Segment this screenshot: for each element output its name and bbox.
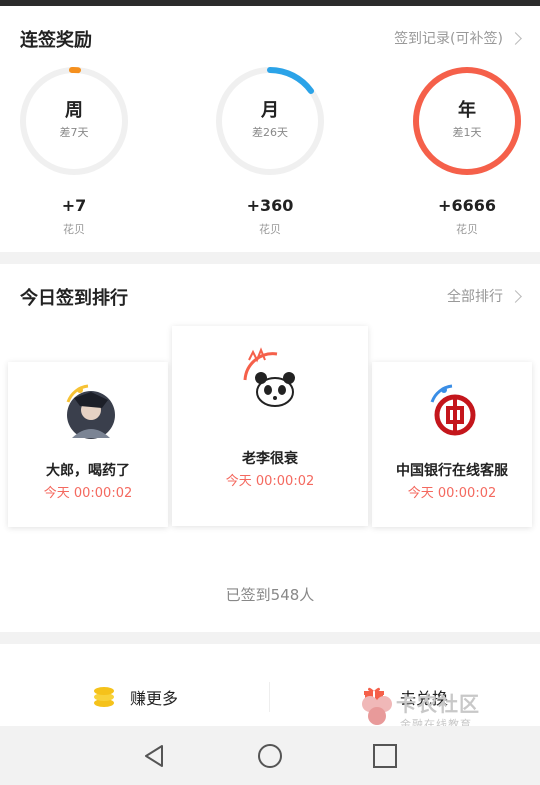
signed-in-count: 已签到548人 bbox=[225, 586, 315, 604]
second-place-name: 大郎，喝药了 bbox=[46, 463, 130, 479]
chevron-right-icon bbox=[509, 31, 522, 45]
home-icon[interactable] bbox=[256, 742, 284, 770]
ranking-card-third[interactable]: 中国银行在线客服 今天 00:00:02 bbox=[372, 362, 532, 527]
first-place-time: 今天 00:00:02 bbox=[225, 474, 315, 489]
month-ring-remaining: 差26天 bbox=[252, 126, 288, 139]
month-progress-arc bbox=[267, 67, 314, 94]
system-nav-bar bbox=[0, 726, 540, 785]
first-place-name: 老李很衰 bbox=[242, 451, 298, 467]
year-reward-value: +6666 bbox=[438, 196, 496, 215]
week-ring-label: 周 bbox=[65, 100, 83, 121]
coin-stack-icon bbox=[93, 687, 114, 707]
year-ring-remaining: 差1天 bbox=[452, 126, 482, 139]
earn-more-button[interactable]: 赚更多 bbox=[0, 668, 270, 726]
chevron-right-icon bbox=[509, 289, 522, 303]
earn-more-label: 赚更多 bbox=[129, 689, 178, 708]
second-place-avatar bbox=[66, 384, 115, 439]
week-reward-unit: 花贝 bbox=[63, 223, 85, 236]
first-place-avatar bbox=[243, 347, 299, 412]
sign-record-label: 签到记录(可补签) bbox=[394, 31, 503, 47]
year-ring-label: 年 bbox=[458, 100, 476, 121]
month-reward: +360 花贝 bbox=[215, 196, 325, 237]
ranking-section-title: 今日签到排行 bbox=[20, 288, 128, 309]
ranking-card-second[interactable]: 大郎，喝药了 今天 00:00:02 bbox=[8, 362, 168, 527]
month-ring: 月 差26天 bbox=[215, 66, 325, 176]
watermark-title: 卡农社区 bbox=[396, 692, 480, 716]
year-ring: 年 差1天 bbox=[412, 66, 522, 176]
third-place-name: 中国银行在线客服 bbox=[396, 463, 508, 479]
watermark-logo-icon bbox=[362, 696, 392, 725]
week-ring-remaining: 差7天 bbox=[59, 126, 89, 139]
recent-apps-icon[interactable] bbox=[371, 742, 399, 770]
back-icon[interactable] bbox=[140, 742, 168, 770]
second-place-time: 今天 00:00:02 bbox=[43, 486, 133, 501]
streak-reward-card: 连签奖励 签到记录(可补签) 周 差7天 +7 花贝 月 差26天 +360 花… bbox=[0, 6, 540, 252]
year-reward-unit: 花贝 bbox=[456, 223, 478, 236]
week-ring: 周 差7天 bbox=[19, 66, 129, 176]
month-reward-unit: 花贝 bbox=[259, 223, 281, 236]
month-ring-label: 月 bbox=[261, 100, 279, 121]
month-reward-value: +360 bbox=[246, 196, 294, 215]
ranking-card: 今日签到排行 全部排行 大郎，喝药了 今天 00:00:02 中国银行在线客服 … bbox=[0, 264, 540, 632]
sign-record-link[interactable]: 签到记录(可补签) bbox=[394, 28, 522, 48]
streak-section-title: 连签奖励 bbox=[20, 30, 92, 51]
all-ranking-label: 全部排行 bbox=[447, 289, 503, 305]
all-ranking-link[interactable]: 全部排行 bbox=[447, 286, 522, 306]
ranking-card-first[interactable]: 老李很衰 今天 00:00:02 bbox=[172, 326, 368, 526]
third-place-avatar bbox=[430, 384, 479, 439]
week-reward-value: +7 bbox=[61, 196, 87, 215]
year-reward: +6666 花贝 bbox=[412, 196, 522, 237]
third-place-time: 今天 00:00:02 bbox=[407, 486, 497, 501]
week-reward: +7 花贝 bbox=[19, 196, 129, 237]
